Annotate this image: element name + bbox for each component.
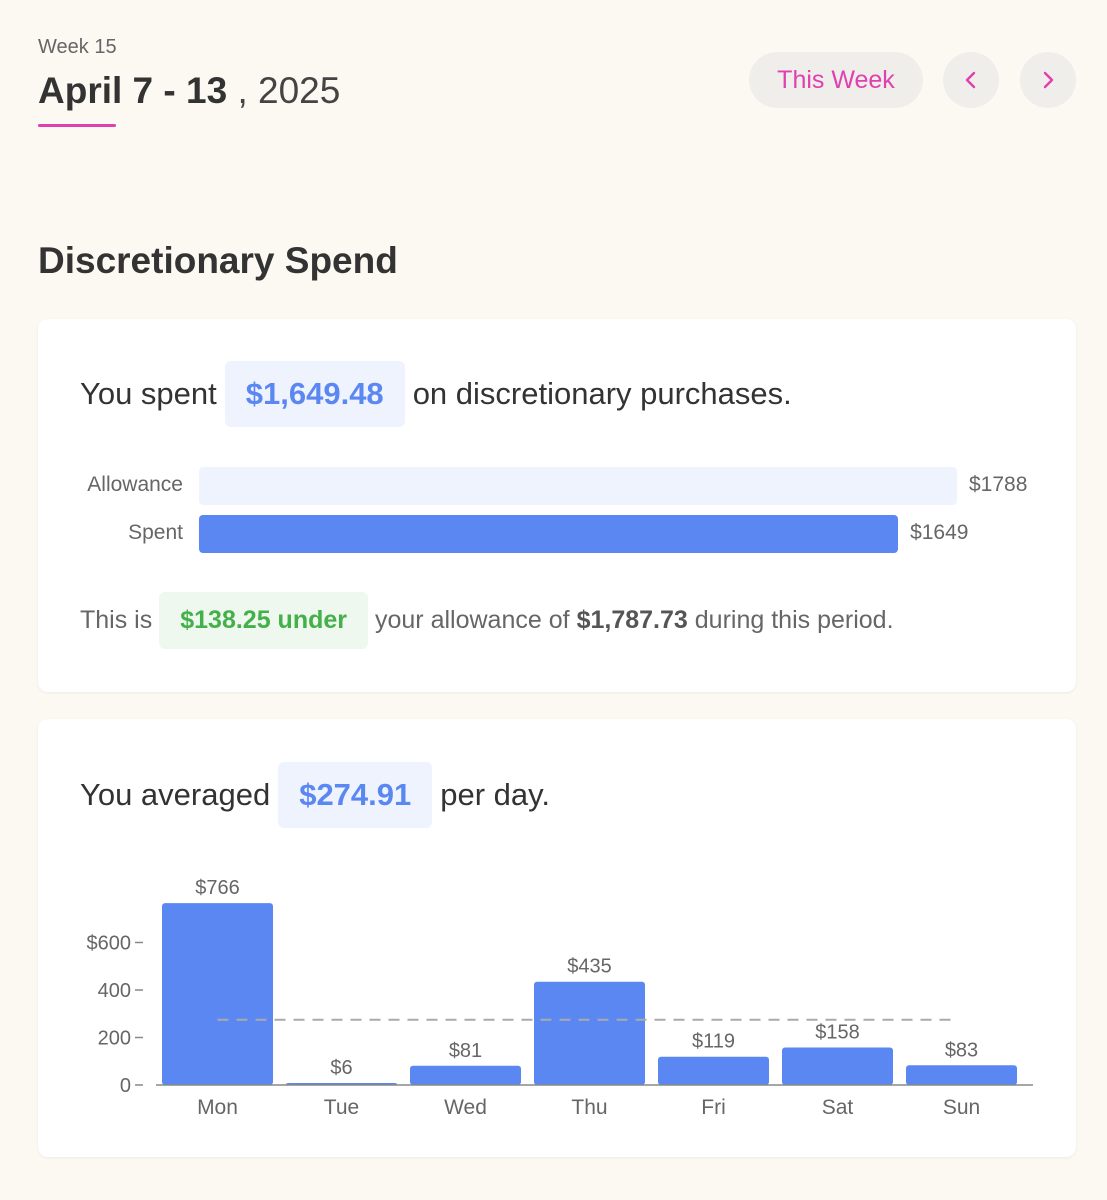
y-tick-label: 400 bbox=[98, 980, 131, 1002]
spent-prefix: You spent bbox=[80, 376, 217, 411]
data-label: $119 bbox=[692, 1031, 735, 1053]
data-label: $83 bbox=[945, 1039, 978, 1061]
spent-amount-badge: $1,649.48 bbox=[224, 361, 405, 427]
section-title: Discretionary Spend bbox=[38, 240, 398, 281]
under-allowance-sentence: This is $138.25 under your allowance of … bbox=[80, 592, 894, 649]
x-tick-label: Sun bbox=[943, 1096, 980, 1119]
daily-spend-chart: 0 200 400 $600 $766 Mon $6 Tue $81 Wed $435 Thu $119… bbox=[87, 877, 1033, 1119]
bar-sat bbox=[782, 1047, 893, 1085]
data-label: $766 bbox=[195, 877, 240, 899]
spent-bar bbox=[199, 515, 899, 553]
this-week-button[interactable]: This Week bbox=[749, 52, 923, 108]
spent-label: Spent bbox=[128, 521, 183, 544]
y-tick-label: 0 bbox=[120, 1075, 131, 1097]
x-tick-label: Wed bbox=[444, 1096, 487, 1119]
y-tick-label: 200 bbox=[98, 1028, 131, 1050]
data-label: $81 bbox=[449, 1040, 482, 1062]
data-label: $435 bbox=[567, 956, 612, 978]
bar-wed bbox=[410, 1065, 521, 1085]
data-label: $6 bbox=[330, 1057, 352, 1079]
chevron-right-icon bbox=[1043, 71, 1054, 89]
data-label: $158 bbox=[815, 1021, 860, 1043]
allowance-bar bbox=[199, 467, 957, 505]
year: , 2025 bbox=[237, 70, 341, 111]
spent-sentence: You spent $1,649.48 on discretionary pur… bbox=[80, 361, 792, 427]
under-amount-badge: $138.25 under bbox=[159, 592, 368, 649]
under-suffix: during this period. bbox=[694, 606, 894, 634]
allowance-value: $1788 bbox=[969, 473, 1028, 496]
under-prefix: This is bbox=[80, 606, 153, 634]
date-range: April 7 - 13 bbox=[38, 70, 228, 111]
date-underline bbox=[38, 124, 116, 127]
next-week-button[interactable] bbox=[1020, 52, 1076, 108]
chevron-left-icon bbox=[965, 71, 976, 89]
x-tick-label: Fri bbox=[701, 1096, 726, 1119]
week-label: Week 15 bbox=[38, 36, 117, 58]
date-range-title: April 7 - 13 , 2025 bbox=[38, 70, 340, 112]
x-tick-label: Mon bbox=[197, 1096, 238, 1119]
daily-spend-card: You averaged $274.91 per day. 0 200 400 $60… bbox=[38, 719, 1076, 1157]
previous-week-button[interactable] bbox=[943, 52, 999, 108]
x-tick-label: Sat bbox=[822, 1096, 854, 1119]
x-tick-label: Tue bbox=[324, 1096, 359, 1119]
under-middle: your allowance of bbox=[375, 606, 570, 634]
bar-sun bbox=[906, 1065, 1017, 1085]
spent-suffix: on discretionary purchases. bbox=[412, 376, 792, 411]
allowance-full: $1,787.73 bbox=[576, 606, 688, 634]
bar-mon bbox=[162, 903, 273, 1085]
spent-value: $1649 bbox=[910, 521, 969, 544]
allowance-label: Allowance bbox=[87, 473, 183, 496]
y-tick-label: $600 bbox=[87, 933, 132, 955]
bar-fri bbox=[658, 1056, 769, 1085]
spend-summary-card: You spent $1,649.48 on discretionary pur… bbox=[38, 319, 1076, 692]
x-tick-label: Thu bbox=[571, 1096, 607, 1119]
bar-thu bbox=[534, 981, 645, 1085]
